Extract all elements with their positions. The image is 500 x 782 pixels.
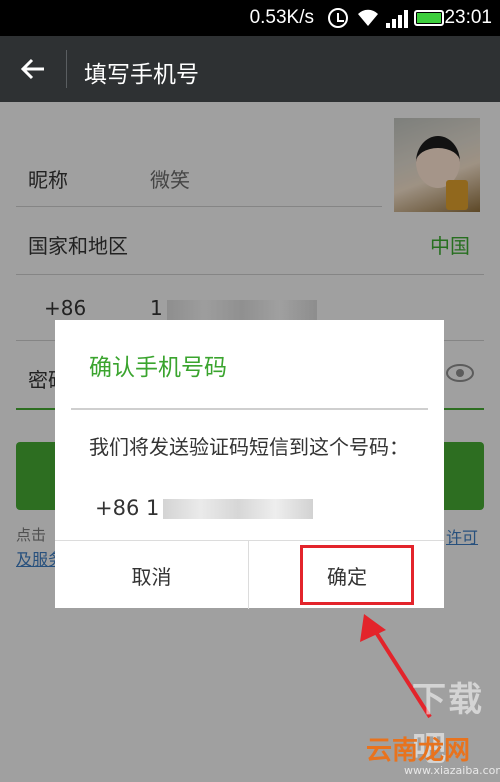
dialog-phone-blur <box>163 499 314 519</box>
watermark-brand: 云南龙网 <box>366 736 471 766</box>
dialog-phone-digit: 1 <box>146 496 160 520</box>
confirm-highlight-box <box>300 545 414 605</box>
title-bar: 填写手机号 <box>0 36 500 102</box>
title-divider <box>66 50 67 88</box>
dialog-title: 确认手机号码 <box>89 355 227 381</box>
wifi-icon <box>358 9 378 27</box>
watermark-url: www.xiazaiba.com <box>404 764 500 777</box>
battery-icon <box>414 10 444 26</box>
status-bar: 0.53K/s 23:01 <box>0 0 500 36</box>
network-speed: 0.53K/s <box>249 7 314 28</box>
page-title: 填写手机号 <box>84 62 199 88</box>
dialog-message: 我们将发送验证码短信到这个号码： <box>89 435 409 459</box>
back-arrow-icon[interactable] <box>18 54 48 84</box>
dialog-phone-prefix: +86 <box>95 496 140 520</box>
dialog-divider <box>71 408 428 410</box>
alarm-icon <box>328 8 348 28</box>
signal-icon <box>386 8 408 28</box>
cancel-button[interactable]: 取消 <box>55 541 249 609</box>
dialog-phone: +86 1 <box>95 496 314 520</box>
clock: 23:01 <box>444 7 492 28</box>
